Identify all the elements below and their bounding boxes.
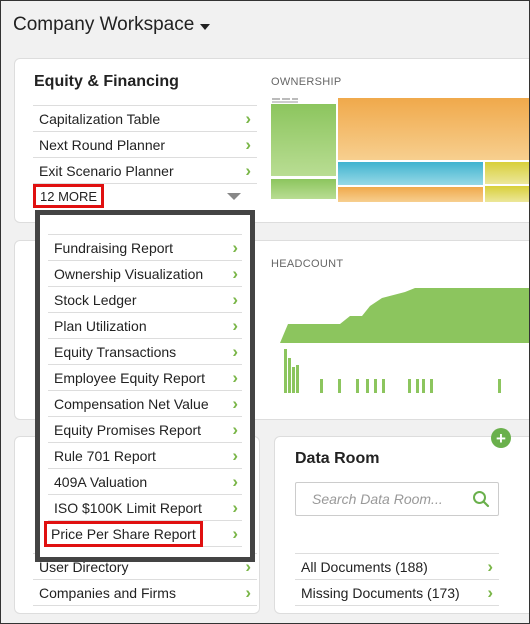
nav-item-label: Next Round Planner <box>39 136 166 153</box>
data-room-search-input[interactable] <box>310 490 472 508</box>
nav-item-label: Capitalization Table <box>39 110 161 127</box>
chevron-right-icon: › <box>232 290 238 309</box>
menu-item-label: Equity Transactions <box>54 343 177 360</box>
equity-item-next-round-planner[interactable]: Next Round Planner › <box>33 132 257 158</box>
data-room-search <box>295 482 499 516</box>
workspace-title: Company Workspace <box>13 14 195 35</box>
triangle-down-icon[interactable] <box>227 192 241 200</box>
chevron-right-icon: › <box>232 420 238 439</box>
menu-item-rule-701-report[interactable]: Rule 701 Report › <box>48 443 242 469</box>
more-menu-list: Fundraising Report › Ownership Visualiza… <box>44 234 242 547</box>
menu-item-label: Compensation Net Value <box>54 395 209 412</box>
chevron-right-icon: › <box>232 238 238 257</box>
equity-item-capitalization-table[interactable]: Capitalization Table › <box>33 106 257 132</box>
menu-item-label: Ownership Visualization <box>54 265 204 282</box>
data-room-item-all-documents[interactable]: All Documents (188) › <box>295 554 499 580</box>
workspace-switcher[interactable]: Company Workspace <box>13 14 211 36</box>
more-row: 12 MORE <box>33 183 257 209</box>
chevron-right-icon: › <box>232 394 238 413</box>
menu-item-equity-transactions[interactable]: Equity Transactions › <box>48 339 242 365</box>
chevron-right-icon: › <box>232 316 238 335</box>
headcount-chart[interactable] <box>270 280 530 395</box>
menu-item-label: Stock Ledger <box>54 291 137 308</box>
menu-item-ownership-visualization[interactable]: Ownership Visualization › <box>48 261 242 287</box>
equity-financing-title: Equity & Financing <box>34 73 179 90</box>
menu-item-label: Equity Promises Report <box>54 421 202 438</box>
data-room-nav-list: All Documents (188) › Missing Documents … <box>295 553 499 606</box>
menu-item-label: ISO $100K Limit Report <box>54 499 202 516</box>
menu-item-fundraising-report[interactable]: Fundraising Report › <box>48 235 242 261</box>
menu-item-plan-utilization[interactable]: Plan Utilization › <box>48 313 242 339</box>
chevron-right-icon: › <box>232 524 238 543</box>
chevron-right-icon: › <box>245 161 251 180</box>
chevron-right-icon: › <box>232 264 238 283</box>
menu-item-equity-promises-report[interactable]: Equity Promises Report › <box>48 417 242 443</box>
menu-item-price-per-share-report[interactable]: Price Per Share Report › <box>44 520 242 547</box>
menu-item-label: Employee Equity Report <box>54 369 205 386</box>
equity-item-exit-scenario-planner[interactable]: Exit Scenario Planner › <box>33 158 257 184</box>
caret-down-icon <box>200 23 211 30</box>
chevron-right-icon: › <box>232 342 238 361</box>
nav-item-label: Missing Documents (173) <box>301 584 460 601</box>
menu-item-employee-equity-report[interactable]: Employee Equity Report › <box>48 365 242 391</box>
chevron-right-icon: › <box>232 446 238 465</box>
chevron-right-icon: › <box>232 472 238 491</box>
chevron-right-icon: › <box>232 498 238 517</box>
menu-item-iso-100k-limit-report[interactable]: ISO $100K Limit Report › <box>48 495 242 521</box>
equity-nav-list: Capitalization Table › Next Round Planne… <box>33 105 257 184</box>
nav-item-label: All Documents (188) <box>301 558 428 575</box>
chevron-right-icon: › <box>232 368 238 387</box>
ownership-treemap[interactable] <box>270 96 530 206</box>
ownership-chart-label: OWNERSHIP <box>271 76 342 88</box>
menu-item-stock-ledger[interactable]: Stock Ledger › <box>48 287 242 313</box>
data-room-item-missing-documents[interactable]: Missing Documents (173) › <box>295 580 499 606</box>
more-dropdown-menu: Fundraising Report › Ownership Visualiza… <box>35 210 255 562</box>
chevron-right-icon: › <box>487 557 493 576</box>
chevron-right-icon: › <box>245 109 251 128</box>
add-plus-icon[interactable]: + <box>491 428 511 448</box>
headcount-chart-label: HEADCOUNT <box>271 258 344 270</box>
search-icon[interactable] <box>472 490 490 508</box>
nav-item-label: Companies and Firms <box>39 584 176 601</box>
menu-item-label: Price Per Share Report <box>44 520 203 547</box>
chevron-right-icon: › <box>245 583 251 602</box>
menu-item-409a-valuation[interactable]: 409A Valuation › <box>48 469 242 495</box>
people-item-companies-and-firms[interactable]: Companies and Firms › <box>33 580 257 606</box>
chevron-right-icon: › <box>245 135 251 154</box>
more-toggle-button[interactable]: 12 MORE <box>33 184 105 208</box>
menu-item-label: Fundraising Report <box>54 239 174 256</box>
nav-item-label: Exit Scenario Planner <box>39 162 174 179</box>
menu-item-label: 409A Valuation <box>54 473 148 490</box>
menu-item-label: Rule 701 Report <box>54 447 156 464</box>
menu-item-label: Plan Utilization <box>54 317 147 334</box>
menu-item-compensation-net-value[interactable]: Compensation Net Value › <box>48 391 242 417</box>
data-room-title: Data Room <box>295 450 380 467</box>
chevron-right-icon: › <box>487 583 493 602</box>
